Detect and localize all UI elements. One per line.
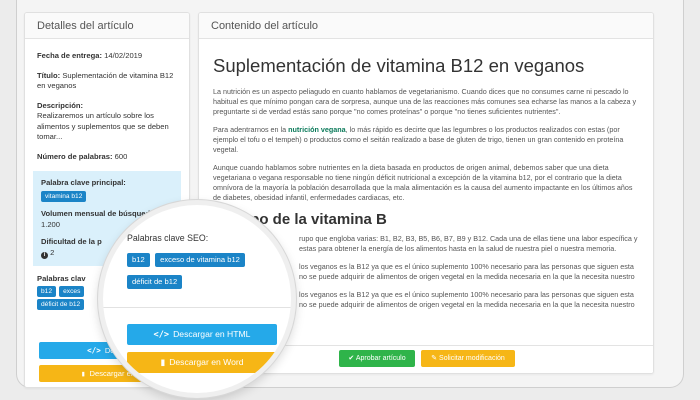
check-icon: ✔	[348, 355, 355, 362]
description-label: Descripción:	[37, 100, 83, 110]
word-count-label: Número de palabras:	[37, 151, 113, 161]
delivery-date-label: Fecha de entrega:	[37, 51, 102, 60]
request-modification-button[interactable]: ✎ Solicitar modificación	[421, 350, 515, 367]
file-icon: ▮	[160, 357, 166, 367]
code-icon: </>	[87, 346, 101, 355]
delivery-date-value: 14/02/2019	[104, 51, 143, 60]
search-volume-value: 1.200	[41, 219, 61, 229]
search-volume-label: Volumen mensual de búsqueda	[41, 208, 155, 218]
divider	[103, 307, 291, 308]
difficulty-value: 2	[50, 247, 55, 257]
description-value: Realizaremos un artículo sobre los alime…	[37, 111, 169, 141]
file-icon: ▮	[80, 369, 86, 378]
zoom-magnifier: Palabras clave SEO: b12 exceso de vitami…	[98, 200, 296, 398]
main-keyword-label: Palabra clave principal:	[41, 178, 126, 187]
article-title: Suplementación de vitamina B12 en vegano…	[213, 55, 585, 76]
download-word-button[interactable]: ▮ Descargar en Word	[127, 352, 277, 373]
seo-keyword-tag: déficit de b12	[127, 275, 183, 289]
main-keyword-tag: vitamina b12	[41, 190, 87, 202]
download-word-label: Descargar en Word	[169, 357, 244, 367]
seo-keyword-tags: b12 exceso de vitamina b12 déficit de b1…	[127, 249, 277, 293]
section-heading: upo de la vitamina B	[213, 211, 639, 228]
title-label: Título:	[37, 70, 61, 80]
delivery-date-field: Fecha de entrega: 14/02/2019	[37, 51, 177, 62]
download-html-label: Descargar en HTML	[173, 329, 251, 339]
seo-keyword-tag: exces	[59, 286, 85, 297]
seo-keywords-label: Palabras clav	[37, 273, 86, 283]
description-field: Descripción: Realizaremos un artículo so…	[37, 101, 177, 143]
word-count-value: 600	[114, 151, 128, 161]
seo-keyword-tag: b12	[127, 253, 150, 267]
info-icon[interactable]: i	[41, 251, 48, 259]
approve-article-button[interactable]: ✔ Aprobar artículo	[339, 350, 415, 367]
difficulty-label: Dificultad de la p	[41, 237, 102, 246]
paragraph: Aunque cuando hablamos sobre nutrientes …	[213, 163, 633, 202]
paragraph-text: Para adentrarnos en la	[213, 125, 289, 134]
article-details-header: Detalles del artículo	[25, 13, 189, 39]
code-icon: </>	[153, 330, 170, 340]
approve-article-label: Aprobar artículo	[355, 355, 406, 362]
paragraph: Para adentrarnos en la nutrición vegana,…	[213, 125, 639, 155]
seo-keyword-tag: b12	[37, 286, 57, 297]
article-content-header: Contenido del artículo	[199, 13, 653, 39]
seo-keyword-tag: exceso de vitamina b12	[155, 253, 245, 267]
vegan-nutrition-link[interactable]: nutrición vegana	[288, 125, 346, 134]
word-count-field: Número de palabras: 600	[37, 152, 177, 163]
request-modification-label: Solicitar modificación	[439, 355, 505, 362]
paragraph: La nutrición es un aspecto peliagudo en …	[213, 87, 637, 116]
seo-keyword-tag: déficit de b12	[37, 299, 85, 310]
title-field: Título: Suplementación de vitamina B12 e…	[37, 71, 177, 92]
seo-keywords-label: Palabras clave SEO:	[127, 233, 209, 243]
download-html-button[interactable]: </> Descargar en HTML	[127, 324, 277, 345]
pencil-icon: ✎	[431, 355, 438, 362]
